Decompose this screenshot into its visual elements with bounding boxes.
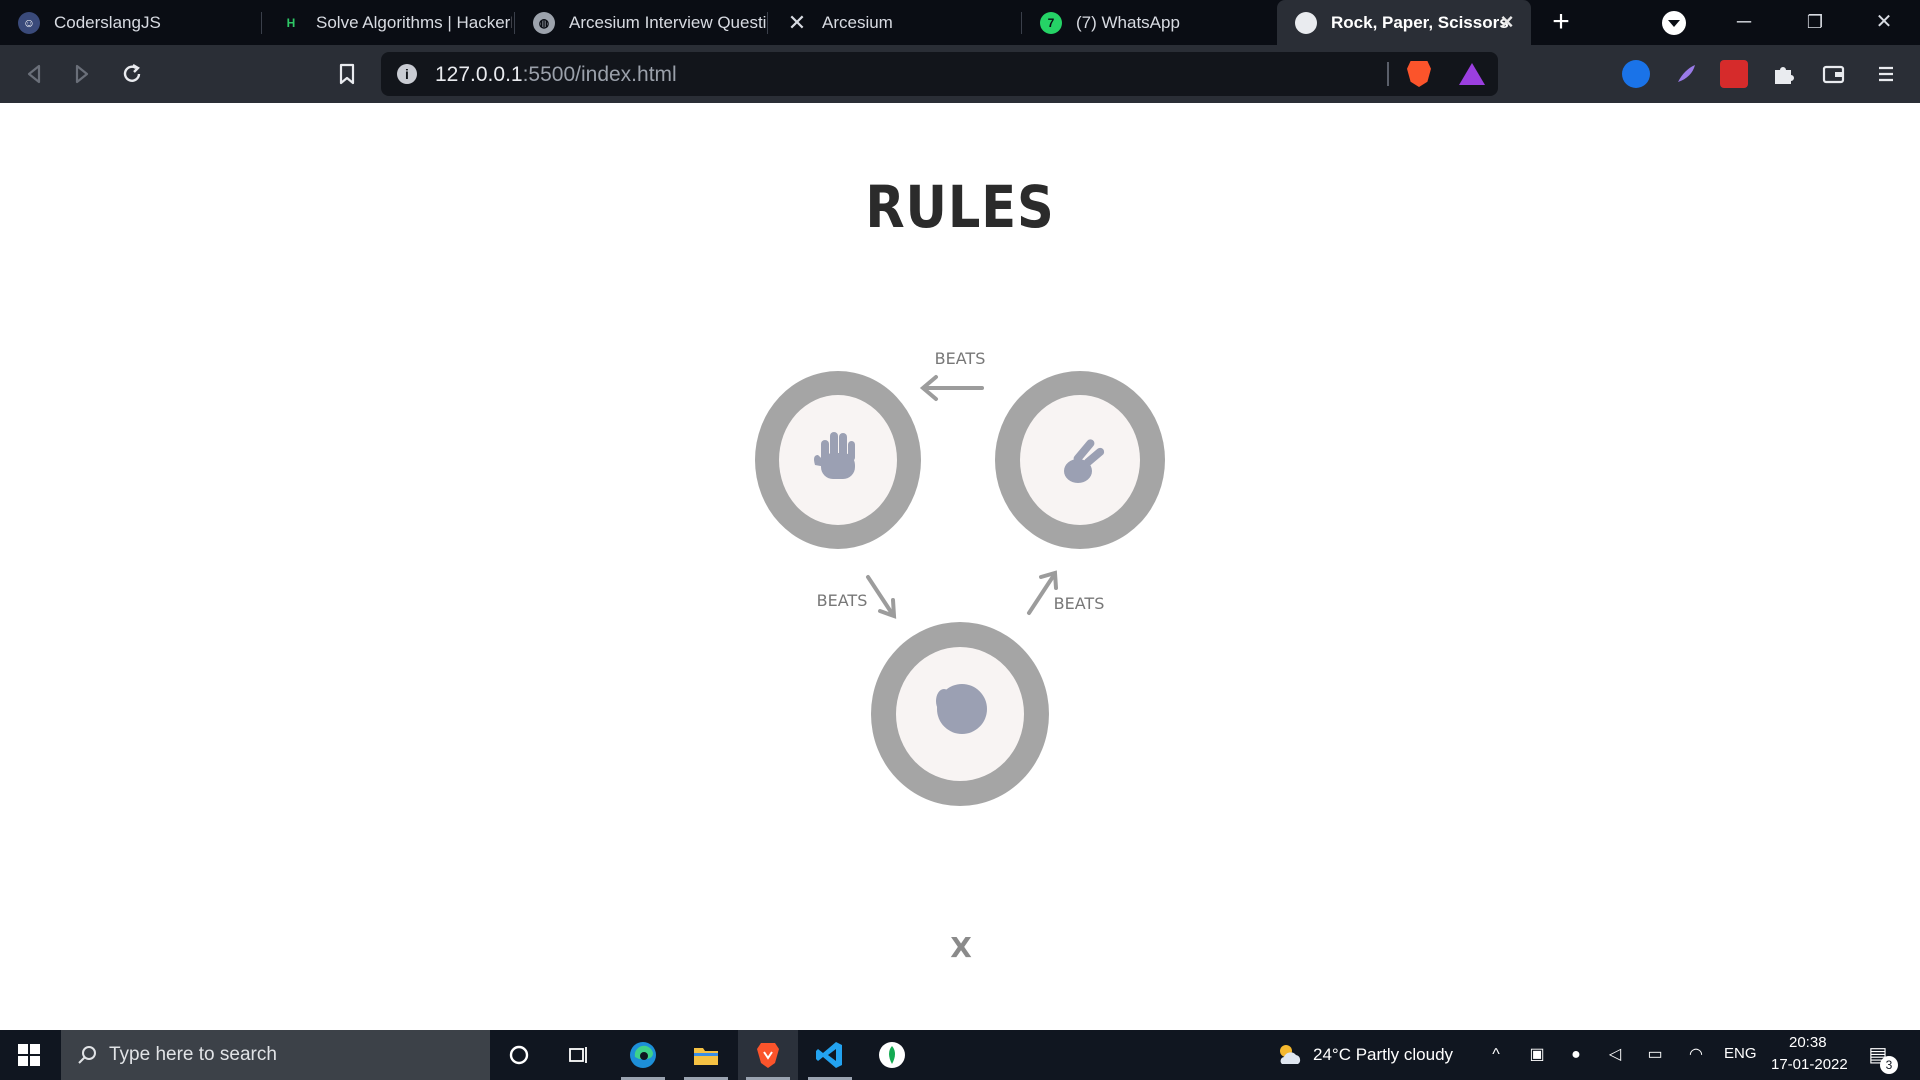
tab-title: Arcesium Interview Questio: [569, 12, 768, 32]
back-button[interactable]: [16, 56, 52, 92]
arrow-scissors-to-paper: [919, 375, 984, 401]
reload-icon: [123, 63, 141, 82]
hamburger-menu-icon: [1879, 66, 1893, 82]
menu-button[interactable]: [1868, 56, 1904, 92]
hackerrank-favicon-icon: H: [280, 11, 302, 34]
forward-button[interactable]: [64, 56, 100, 92]
brave-taskbar-button[interactable]: [738, 1030, 798, 1080]
back-arrow-icon: [27, 64, 41, 84]
tab-title: CoderslangJS: [54, 12, 161, 32]
windows-start-icon[interactable]: [18, 1044, 40, 1066]
site-info-icon[interactable]: i: [397, 64, 417, 84]
tab-search-icon[interactable]: [1662, 11, 1686, 35]
close-window-button[interactable]: ✕: [1864, 6, 1904, 38]
folder-icon: [694, 1048, 718, 1065]
new-tab-button[interactable]: +: [1545, 7, 1577, 38]
search-placeholder: Type here to search: [109, 1044, 277, 1065]
vscode-taskbar-button[interactable]: [800, 1030, 860, 1080]
url-path: :5500/index.html: [522, 63, 677, 86]
tab-close-icon[interactable]: ×: [1495, 10, 1519, 34]
task-view-icon: [569, 1047, 587, 1063]
bookmark-button[interactable]: [329, 56, 365, 92]
tab-arcesium-interview[interactable]: ◍ Arcesium Interview Questio: [515, 0, 768, 45]
wifi-icon[interactable]: ◠: [1686, 1045, 1706, 1065]
address-bar[interactable]: i 127.0.0.1:5500/index.html: [381, 52, 1498, 96]
tray-chevron-up-icon[interactable]: ^: [1486, 1045, 1506, 1065]
language-indicator[interactable]: ENG: [1724, 1045, 1757, 1062]
feather-glyph: [1678, 65, 1695, 82]
weather-text[interactable]: 24°C Partly cloudy: [1313, 1045, 1453, 1065]
mongodb-taskbar-button[interactable]: [862, 1030, 922, 1080]
paper-token: [755, 371, 921, 549]
vscode-icon: [816, 1042, 842, 1068]
arrow-paper-to-rock: [866, 575, 897, 619]
whatsapp-favicon-icon: 7: [1040, 11, 1062, 34]
extension-wand-icon[interactable]: [1720, 60, 1748, 88]
search-icon: [78, 1046, 96, 1064]
arrow-rock-to-scissors: [1027, 570, 1058, 615]
globe-favicon-icon: ◍: [533, 11, 555, 34]
task-view-button[interactable]: [549, 1030, 609, 1080]
mongodb-leaf-icon: [879, 1042, 905, 1068]
cortana-circle-icon: [509, 1045, 529, 1065]
close-rules-button[interactable]: X: [946, 931, 976, 971]
coderslang-favicon-icon: ☺: [18, 11, 40, 34]
windows-taskbar: Type here to search 24°C Partly cloudy ^…: [0, 1030, 1920, 1080]
rock-token: [871, 622, 1049, 806]
restore-button[interactable]: ❐: [1795, 6, 1835, 38]
tab-rock-paper-scissors[interactable]: Rock, Paper, Scissors ×: [1277, 0, 1531, 45]
brave-rewards-icon[interactable]: [1459, 63, 1485, 85]
brave-icon: [757, 1043, 779, 1068]
tab-coderslang[interactable]: ☺ CoderslangJS: [0, 0, 262, 45]
beats-label-top: BEATS: [935, 349, 986, 368]
wallet-icon: [1822, 65, 1845, 84]
scissors-token: [995, 371, 1165, 549]
weather-partly-cloudy-icon: [1280, 1045, 1301, 1064]
tab-title: Solve Algorithms | HackerR: [316, 12, 512, 32]
page-content: RULES BEATS BEATS BEATS X: [0, 103, 1920, 1030]
forward-arrow-icon: [75, 64, 89, 84]
beats-label-right: BEATS: [1054, 594, 1105, 613]
tab-arcesium[interactable]: ✕ Arcesium: [768, 0, 1022, 45]
clock-date[interactable]: 17-01-2022: [1771, 1056, 1848, 1073]
battery-icon[interactable]: ▭: [1645, 1045, 1665, 1065]
tab-title: (7) WhatsApp: [1076, 12, 1180, 32]
url-host: 127.0.0.1: [435, 63, 523, 86]
bookmark-icon: [339, 63, 355, 85]
extension-feather-icon[interactable]: [1672, 60, 1700, 88]
edge-icon: [630, 1042, 656, 1068]
extensions-button[interactable]: [1765, 56, 1801, 92]
loading-favicon-icon: [1295, 11, 1317, 34]
taskbar-search-box[interactable]: Type here to search: [61, 1030, 490, 1080]
whatsapp-badge: 7: [1047, 15, 1055, 30]
edge-taskbar-button[interactable]: [613, 1030, 673, 1080]
tab-title: Rock, Paper, Scissors: [1331, 12, 1509, 32]
minimize-button[interactable]: ─: [1724, 6, 1764, 38]
wallet-button[interactable]: [1815, 56, 1851, 92]
volume-icon[interactable]: ◁: [1605, 1045, 1625, 1065]
browser-toolbar: i 127.0.0.1:5500/index.html: [0, 45, 1920, 103]
file-explorer-taskbar-button[interactable]: [676, 1030, 736, 1080]
meet-now-icon[interactable]: ▣: [1527, 1045, 1547, 1065]
tab-title: Arcesium: [822, 12, 893, 32]
beats-label-left: BEATS: [817, 591, 868, 610]
puzzle-icon: [1775, 67, 1794, 84]
cortana-button[interactable]: [489, 1030, 549, 1080]
notification-count-badge: 3: [1880, 1056, 1898, 1074]
url-text[interactable]: 127.0.0.1:5500/index.html: [435, 63, 677, 87]
reload-button[interactable]: [114, 56, 150, 92]
extension-translate-icon[interactable]: [1622, 60, 1650, 88]
arcesium-favicon-icon: ✕: [787, 9, 807, 35]
tab-hackerrank[interactable]: H Solve Algorithms | HackerR: [262, 0, 515, 45]
brave-shields-icon[interactable]: [1407, 61, 1431, 87]
microphone-icon[interactable]: ●: [1566, 1045, 1586, 1065]
tab-strip: ☺ CoderslangJS H Solve Algorithms | Hack…: [0, 0, 1920, 45]
tab-whatsapp[interactable]: 7 (7) WhatsApp: [1022, 0, 1277, 45]
url-divider: [1387, 62, 1389, 86]
clock-time[interactable]: 20:38: [1789, 1034, 1827, 1051]
rules-diagram: BEATS BEATS BEATS: [755, 349, 1165, 806]
